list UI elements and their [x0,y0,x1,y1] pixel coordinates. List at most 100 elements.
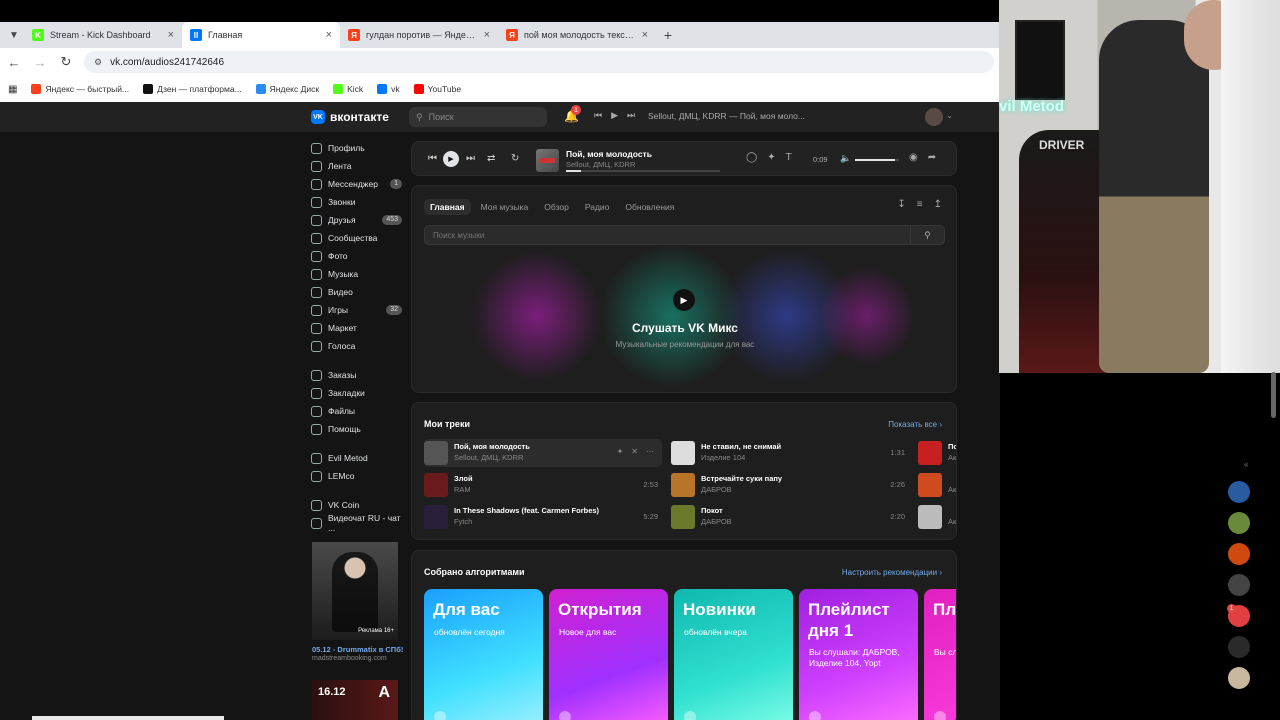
shuffle-icon[interactable]: ⇄ [487,153,495,164]
close-icon[interactable]: ✕ [631,447,638,456]
ad-second-image[interactable]: 16.12 A [312,680,398,720]
playlist-play-icon[interactable] [559,711,571,720]
close-tab-icon[interactable]: × [326,29,332,41]
volume-icon[interactable]: 🔈 [840,153,851,164]
music-tab[interactable]: Моя музыка [475,199,535,215]
reload-icon[interactable]: ↻ [58,54,74,70]
vk-logo[interactable]: VK вконтакте [311,110,389,124]
next-track-icon[interactable]: ⏭ [466,153,475,164]
site-info-icon[interactable]: ⚙ [94,57,102,68]
more-icon[interactable]: ⋯ [646,447,654,456]
lyrics-icon[interactable]: T [786,152,792,163]
sidebar-item[interactable]: Звонки [311,193,406,211]
playlist-card[interactable]: Новинки обновлён вчера [674,589,793,720]
track-artist[interactable]: Ак [948,485,956,494]
sidebar-item[interactable]: Файлы [311,402,406,420]
playlist-card[interactable]: Для вас обновлён сегодня [424,589,543,720]
magic-icon[interactable]: ✦ [617,447,624,456]
track-cover[interactable] [424,505,448,529]
track-artist[interactable]: Ак [948,517,956,526]
track-artist[interactable]: Ак [948,453,956,462]
url-field[interactable]: ⚙ vk.com/audios241742646 [84,51,994,73]
track-title[interactable]: По [948,442,956,451]
chat-avatar[interactable] [1228,636,1250,658]
close-tab-icon[interactable]: × [642,29,648,41]
track-title[interactable]: Покот [701,506,723,515]
browser-tab[interactable]: K Stream - Kick Dashboard × [24,22,182,48]
vk-search-input[interactable]: ⚲ Поиск [409,107,547,127]
music-tab[interactable]: Обновления [619,199,680,215]
player-track-artist[interactable]: Sellout, ДМЦ, KDRR [566,160,635,169]
track-cover[interactable] [424,441,448,465]
user-avatar[interactable] [925,108,943,126]
browser-tab[interactable]: Япой моя молодость текст — Я × [498,22,656,48]
sidebar-item[interactable]: Профиль [311,139,406,157]
add-playlist-icon[interactable]: ≡ [917,199,923,210]
track-artist[interactable]: ДАБРОВ [701,485,732,494]
playlist-play-icon[interactable] [434,711,446,720]
playlist-play-icon[interactable] [684,711,696,720]
chat-avatar[interactable] [1228,512,1250,534]
sidebar-item[interactable]: Мессенджер 1 [311,175,406,193]
play-button[interactable]: ▶ [443,151,459,167]
tab-search-icon[interactable]: ▼ [4,22,24,48]
back-icon[interactable]: ← [6,55,22,70]
track-row[interactable]: Встречайте суки папу ДАБРОВ 2:26 [671,471,909,499]
sidebar-item[interactable]: Музыка [311,265,406,283]
track-artist[interactable]: Изделие 104 [701,453,745,462]
sidebar-item[interactable]: Evil Metod [311,449,406,467]
playlist-card[interactable]: Открытия Новое для вас [549,589,668,720]
playlist-play-icon[interactable] [934,711,946,720]
sidebar-item[interactable]: Сообщества [311,229,406,247]
track-row[interactable]: Ак [918,503,956,531]
sidebar-item[interactable]: Помощь [311,420,406,438]
upload-icon[interactable]: ↥ [934,199,942,210]
header-play-icon[interactable]: ▶ [611,110,618,121]
track-row[interactable]: Покот ДАБРОВ 2:20 [671,503,909,531]
player-progress-bar[interactable] [566,170,720,172]
track-title[interactable]: Злой [454,474,473,483]
broadcast-icon[interactable]: ◉ [909,152,918,163]
track-artist[interactable]: RAM [454,485,471,494]
scrollbar[interactable] [1271,372,1276,418]
sidebar-item[interactable]: Закладки [311,384,406,402]
playlist-card[interactable]: Плейлист дня 1 Вы слушали: ДАБРОВ, Издели… [799,589,918,720]
sidebar-item[interactable]: Видеочат RU - чат ... [311,513,406,533]
ad-image[interactable]: Реклама 16+ [312,542,398,640]
bookmark-item[interactable]: vk [377,84,400,94]
music-tab[interactable]: Главная [424,199,471,215]
sidebar-item[interactable]: Маркет [311,319,406,337]
track-cover[interactable] [918,473,942,497]
repeat-icon[interactable]: ↻ [511,153,519,164]
bookmark-item[interactable]: Яндекс — быстрый... [31,84,129,94]
sidebar-item[interactable]: Друзья 453 [311,211,406,229]
close-tab-icon[interactable]: × [168,29,174,41]
close-tab-icon[interactable]: × [484,29,490,41]
track-cover[interactable] [671,505,695,529]
header-now-playing[interactable]: Sellout, ДМЦ, KDRR — Пой, моя моло... [648,111,805,121]
track-cover[interactable] [918,441,942,465]
chat-avatar[interactable] [1228,667,1250,689]
bookmark-item[interactable]: YouTube [413,84,461,94]
ad-title[interactable]: 05.12 - Drummatix в СПб! [312,645,403,654]
chat-avatar[interactable] [1228,481,1250,503]
playlist-play-icon[interactable] [809,711,821,720]
track-artist[interactable]: ДАБРОВ [701,517,732,526]
browser-tab[interactable]: II Главная × [182,22,340,48]
prev-track-icon[interactable]: ⏮ [428,153,437,164]
track-artist[interactable]: Fytch [454,517,472,526]
forward-icon[interactable]: → [32,55,48,70]
volume-slider[interactable] [855,159,899,161]
track-title[interactable]: Не ставил, не снимай [701,442,781,451]
music-tab[interactable]: Обзор [538,199,575,215]
chat-avatar[interactable] [1228,574,1250,596]
track-cover[interactable] [671,441,695,465]
sidebar-item[interactable]: LEMco [311,467,406,485]
music-tab[interactable]: Радио [579,199,616,215]
new-tab-button[interactable]: + [656,22,680,48]
track-title[interactable]: Пой, моя молодость [454,442,530,451]
collapse-chats-icon[interactable]: « [1244,460,1248,469]
browser-tab[interactable]: Ягулдан поротив — Яндекс: на × [340,22,498,48]
track-row[interactable]: Не ставил, не снимай Изделие 104 1:31 [671,439,909,467]
track-cover[interactable] [918,505,942,529]
